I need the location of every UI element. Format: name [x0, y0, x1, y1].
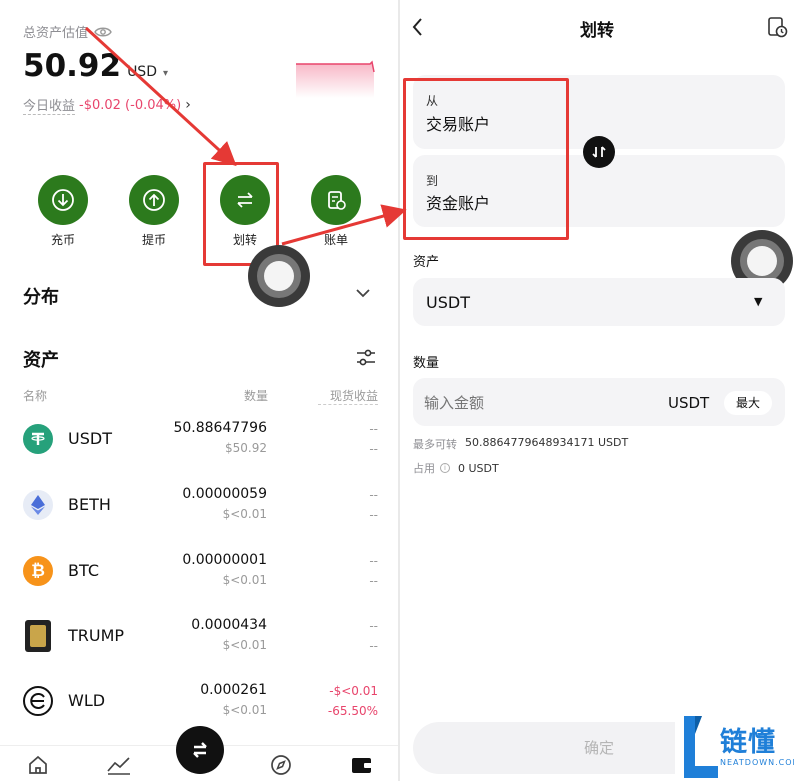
annotation-arrow — [84, 26, 237, 167]
annotation-arrows — [84, 26, 407, 246]
annotation-arrow — [281, 204, 407, 246]
